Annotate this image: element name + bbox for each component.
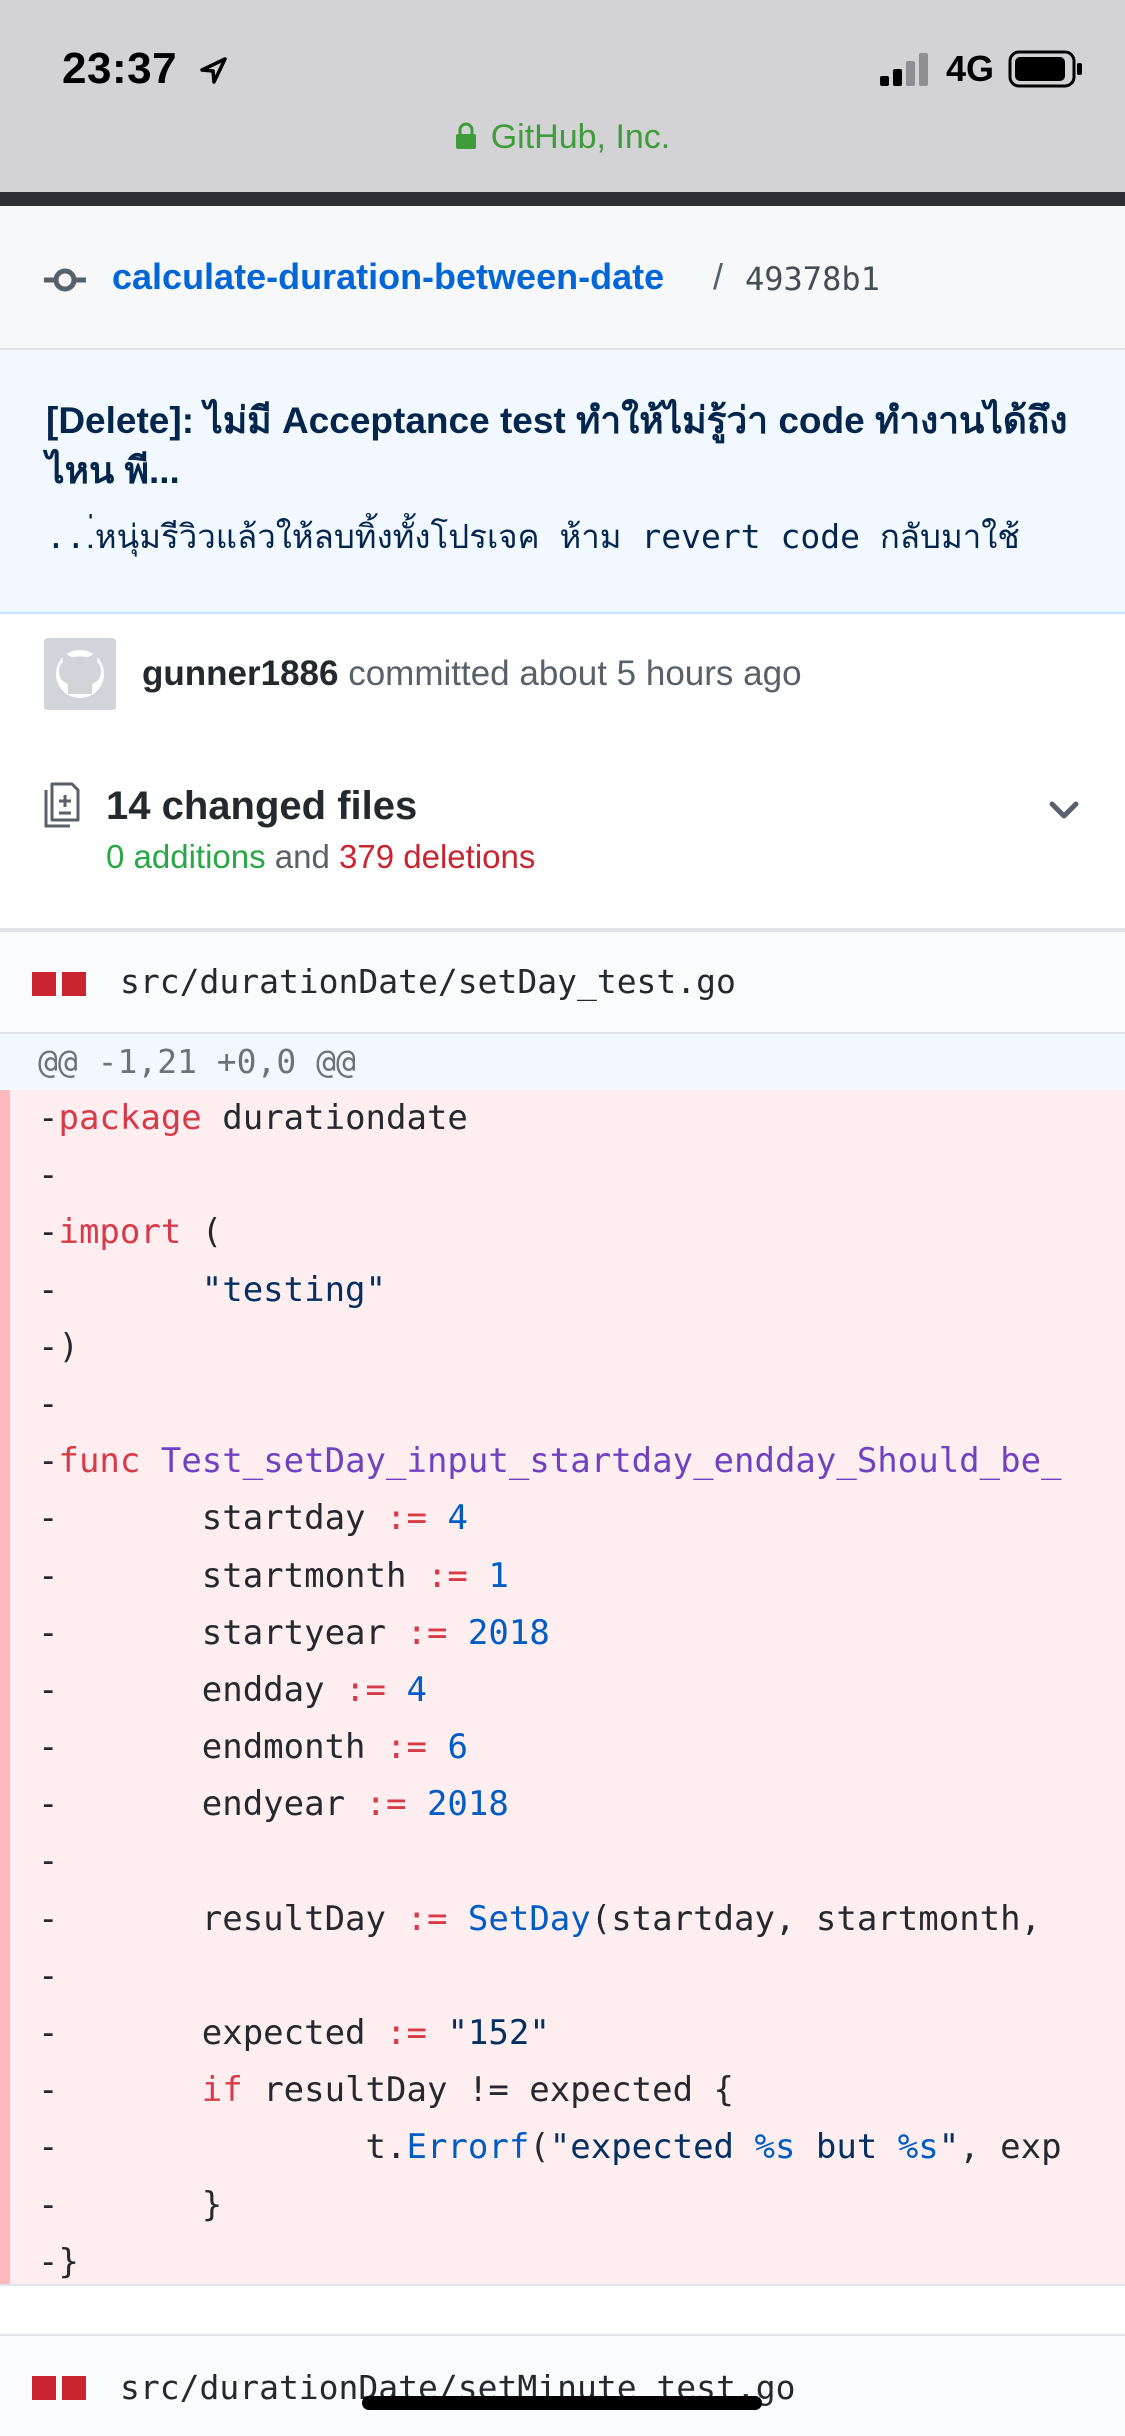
diff-stats: 0 additions and 379 deletions	[106, 838, 535, 876]
diff-line: - }	[38, 2184, 223, 2225]
url-site-name: GitHub, Inc.	[490, 118, 671, 156]
commit-sha: 49378b1	[745, 260, 880, 298]
repo-link[interactable]: calculate-duration-between-date	[112, 256, 664, 298]
diff-line: - expected := "152"	[38, 2013, 550, 2053]
breadcrumb-separator: /	[713, 256, 724, 297]
diff-line: - endmonth := 6	[38, 1727, 468, 1768]
diff-line: - startyear := 2018	[38, 1612, 550, 1653]
status-time: 23:37	[62, 44, 178, 93]
diff-line: -	[38, 1955, 59, 1996]
diff-view: @@ -1,21 +0,0 @@ -package durationdate -…	[0, 1034, 1125, 2286]
file-path[interactable]: src/durationDate/setDay_test.go	[120, 962, 736, 1001]
header-divider	[0, 192, 1125, 206]
cellular-signal-icon	[880, 53, 928, 86]
browser-top-bar: 23:37 4G GitHub, Inc.	[0, 0, 1125, 192]
commit-time-text: committed about 5 hours ago	[348, 654, 802, 693]
commit-message: [Delete]: ไม่มี Acceptance test ทำให้ไม่…	[0, 350, 1125, 614]
location-arrow-icon	[200, 57, 227, 84]
lock-icon	[455, 122, 476, 149]
diff-line: -}	[38, 2241, 79, 2282]
diff-line: -	[38, 1155, 59, 1196]
author-line: gunner1886 committed about 5 hours ago	[142, 654, 802, 694]
diff-line: -	[38, 1841, 59, 1882]
deletions-count: 379 deletions	[339, 838, 536, 875]
url-bar[interactable]: GitHub, Inc.	[0, 118, 1125, 157]
diff-line: -func Test_setDay_input_startday_endday_…	[38, 1441, 1062, 1482]
diff-line: - t.Errorf("expected %s but %s", exp	[38, 2127, 1062, 2168]
changed-files-count: 14 changed files	[106, 784, 418, 828]
network-type: 4G	[946, 48, 995, 89]
file-header[interactable]: src/durationDate/setDay_test.go	[0, 930, 1125, 1034]
diff-line: - endyear := 2018	[38, 1784, 509, 1825]
stats-joiner: and	[274, 838, 330, 875]
diff-line: - startday := 4	[38, 1498, 468, 1539]
avatar[interactable]	[44, 638, 116, 710]
diff-line: - endday := 4	[38, 1669, 427, 1710]
commit-title: [Delete]: ไม่มี Acceptance test ทำให้ไม่…	[46, 400, 1068, 491]
author-name[interactable]: gunner1886	[142, 654, 338, 693]
additions-count: 0 additions	[106, 838, 266, 875]
home-indicator[interactable]	[362, 2396, 762, 2410]
diffstat-blocks-icon	[32, 972, 86, 996]
changed-files-summary[interactable]: 14 changed files 0 additions and 379 del…	[0, 734, 1125, 930]
diffstat-blocks-icon	[32, 2376, 86, 2400]
diff-line: -	[38, 1383, 59, 1424]
diff-line: -)	[38, 1326, 79, 1367]
diff-line: - resultDay := SetDay(startday, startmon…	[38, 1898, 1042, 1939]
diff-line: -import (	[38, 1212, 223, 1253]
hunk-header: @@ -1,21 +0,0 @@	[0, 1034, 1125, 1090]
file-diff-icon	[44, 782, 80, 828]
git-commit-icon	[44, 268, 86, 292]
battery-icon	[1008, 50, 1082, 88]
diff-line: - "testing"	[38, 1269, 386, 1310]
commit-body: ...่หนุ่มรีวิวแล้วให้ลบทิ้งทั้งโปรเจค ห้…	[46, 517, 1020, 556]
diff-line: - startmonth := 1	[38, 1555, 509, 1596]
chevron-down-icon[interactable]	[1046, 796, 1082, 826]
file-header[interactable]: src/durationDate/setMinute_test.go	[0, 2334, 1125, 2436]
diff-line: -package durationdate	[38, 1098, 468, 1138]
diff-line: - if resultDay != expected {	[38, 2070, 734, 2111]
breadcrumb: calculate-duration-between-date / 49378b…	[0, 206, 1125, 350]
commit-author-row: gunner1886 committed about 5 hours ago	[0, 614, 1125, 734]
